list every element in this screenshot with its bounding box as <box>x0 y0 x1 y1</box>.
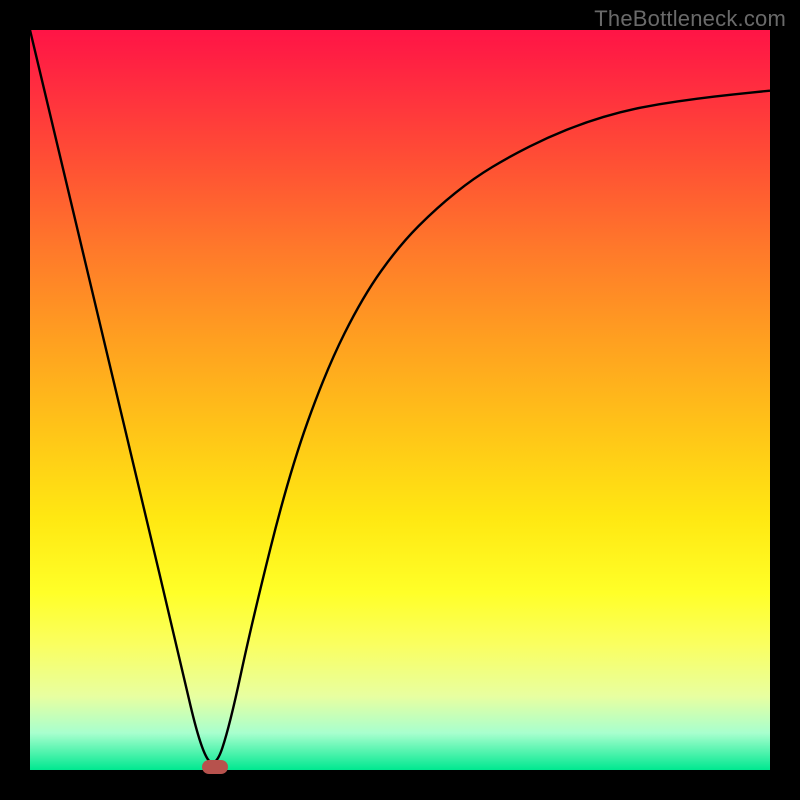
bottleneck-curve <box>30 30 770 763</box>
chart-frame: TheBottleneck.com <box>0 0 800 800</box>
minimum-marker <box>202 760 228 774</box>
watermark-text: TheBottleneck.com <box>594 6 786 32</box>
curve-svg <box>30 30 770 770</box>
plot-area <box>30 30 770 770</box>
